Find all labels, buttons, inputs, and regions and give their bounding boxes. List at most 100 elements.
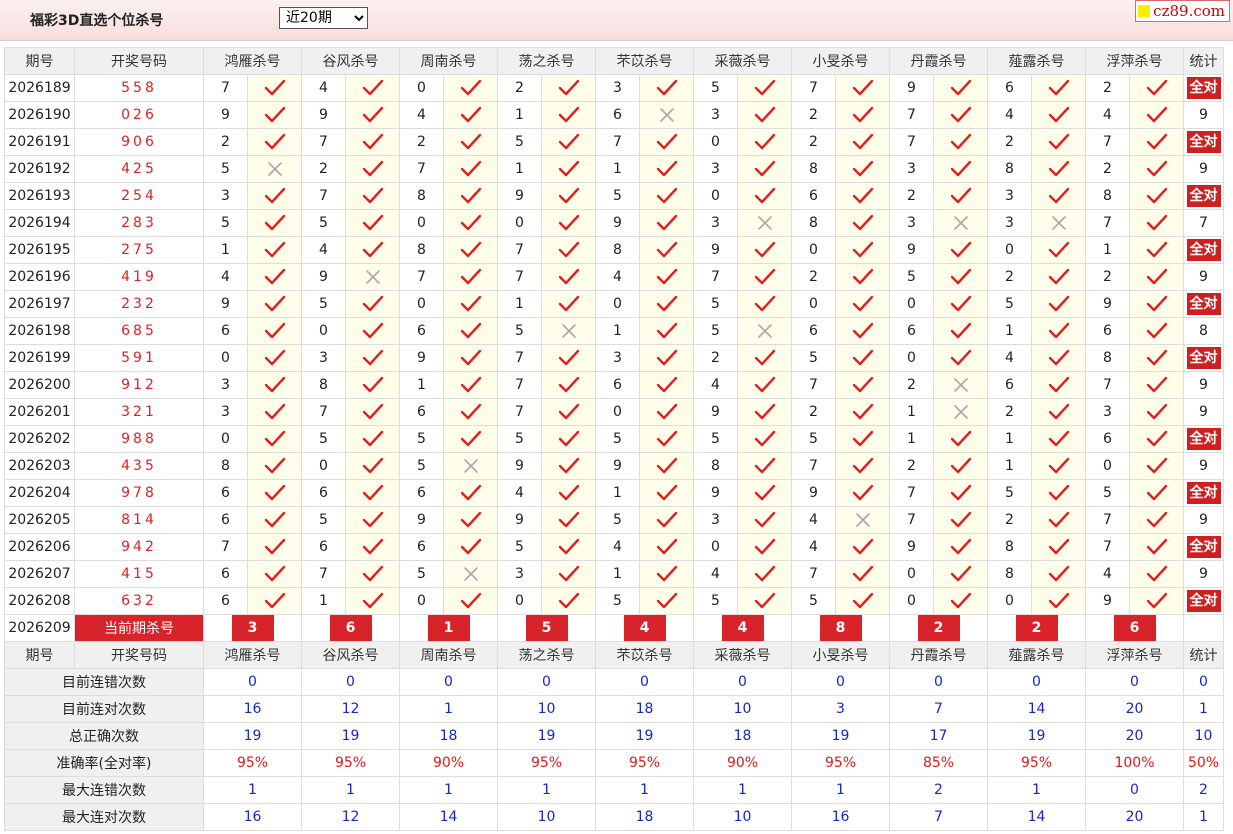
- issue-number: 2026200: [4, 371, 75, 399]
- kill-number: 8: [791, 209, 836, 237]
- check-icon: [835, 74, 890, 102]
- stat-cell: 全对: [1183, 74, 1224, 102]
- stats-value: 1: [497, 776, 596, 804]
- check-icon: [1129, 398, 1184, 426]
- check-icon: [541, 506, 596, 534]
- check-icon: [443, 506, 498, 534]
- check-icon: [443, 209, 498, 237]
- check-icon: [443, 74, 498, 102]
- stats-label: 准确率(全对率): [4, 749, 204, 777]
- draw-number: 232: [74, 290, 204, 318]
- kill-number: 8: [1085, 182, 1130, 210]
- stats-value: 2: [889, 776, 988, 804]
- check-icon: [541, 344, 596, 372]
- kill-number: 6: [399, 533, 444, 561]
- kill-number: 4: [791, 506, 836, 534]
- issue-number: 2026206: [4, 533, 75, 561]
- kill-number: 3: [693, 506, 738, 534]
- top-bar: 福彩3D直选个位杀号 近20期 cz89.com: [0, 0, 1233, 41]
- kill-number: 9: [497, 506, 542, 534]
- stat-cell: 7: [1183, 209, 1224, 237]
- kill-number: 9: [595, 452, 640, 480]
- check-icon: [1031, 479, 1086, 507]
- table-row: 2026201 321 3 7 6 7 0 9 2 1 2 3 9: [4, 398, 1224, 426]
- issue-number: 2026189: [4, 74, 75, 102]
- draw-number: 906: [74, 128, 204, 156]
- kill-number: 7: [497, 371, 542, 399]
- check-icon: [1129, 128, 1184, 156]
- period-select[interactable]: 近20期: [279, 7, 368, 29]
- stats-value: 1: [1183, 803, 1224, 831]
- stats-label: 目前连错次数: [4, 668, 204, 696]
- kill-number: 7: [203, 533, 248, 561]
- check-icon: [247, 317, 302, 345]
- kill-number: 8: [791, 155, 836, 183]
- check-icon: [345, 101, 400, 129]
- kill-number: 0: [399, 74, 444, 102]
- check-icon: [541, 479, 596, 507]
- current-kill-badge: 3: [231, 615, 274, 641]
- stats-value: 90%: [399, 749, 498, 777]
- kill-number: 6: [203, 587, 248, 615]
- current-kill-badge: 1: [427, 615, 470, 641]
- check-icon: [443, 236, 498, 264]
- current-kill-badge: 6: [1113, 615, 1156, 641]
- kill-number: 5: [987, 479, 1032, 507]
- brand-logo[interactable]: cz89.com: [1135, 0, 1230, 22]
- check-icon: [1129, 452, 1184, 480]
- kill-number: 9: [301, 263, 346, 291]
- kill-number: 3: [987, 182, 1032, 210]
- draw-number: 425: [74, 155, 204, 183]
- check-icon: [1031, 560, 1086, 588]
- draw-number: 321: [74, 398, 204, 426]
- current-kill-badge: 4: [623, 615, 666, 641]
- stats-value: 18: [595, 695, 694, 723]
- table-row: 2026189 558 7 4 0 2 3 5 7 9 6 2 全对: [4, 74, 1224, 102]
- table-row: 2026195 275 1 4 8 7 8 9 0 9 0 1 全对: [4, 236, 1224, 264]
- kill-number: 1: [889, 398, 934, 426]
- kill-number: 7: [595, 128, 640, 156]
- column-header: 浮萍杀号: [1085, 47, 1184, 75]
- stats-value: 17: [889, 722, 988, 750]
- kill-number: 5: [791, 425, 836, 453]
- current-issue-number: 2026209: [4, 614, 75, 642]
- issue-number: 2026193: [4, 182, 75, 210]
- current-kill-number: 1: [399, 614, 498, 642]
- check-icon: [1031, 155, 1086, 183]
- kill-number: 5: [595, 425, 640, 453]
- check-icon: [737, 128, 792, 156]
- issue-number: 2026199: [4, 344, 75, 372]
- check-icon: [639, 155, 694, 183]
- check-icon: [541, 101, 596, 129]
- kill-number: 5: [497, 533, 542, 561]
- kill-number: 2: [1085, 263, 1130, 291]
- kill-number: 1: [987, 317, 1032, 345]
- stats-row: 目前连对次数 16 12 1 10 18 10 3 7 14 20 1: [4, 695, 1224, 723]
- check-icon: [345, 209, 400, 237]
- column-header: 周南杀号: [399, 47, 498, 75]
- check-icon: [1129, 74, 1184, 102]
- kill-number: 2: [889, 452, 934, 480]
- issue-number: 2026192: [4, 155, 75, 183]
- kill-number: 6: [1085, 317, 1130, 345]
- check-icon: [835, 533, 890, 561]
- kill-number: 2: [203, 128, 248, 156]
- kill-number: 9: [595, 209, 640, 237]
- check-icon: [933, 128, 988, 156]
- current-kill-number: 8: [791, 614, 890, 642]
- kill-number: 7: [203, 74, 248, 102]
- check-icon: [443, 533, 498, 561]
- check-icon: [835, 344, 890, 372]
- check-icon: [933, 182, 988, 210]
- check-icon: [737, 506, 792, 534]
- stats-value: 18: [693, 722, 792, 750]
- kill-number: 4: [203, 263, 248, 291]
- kill-number: 7: [1085, 533, 1130, 561]
- check-icon: [541, 398, 596, 426]
- stats-row: 目前连错次数 0 0 0 0 0 0 0 0 0 0 0: [4, 668, 1224, 696]
- stats-label: 最大连对次数: [4, 803, 204, 831]
- column-header: 期号: [4, 47, 75, 75]
- kill-number: 0: [693, 533, 738, 561]
- current-kill-badge: 8: [819, 615, 862, 641]
- kill-number: 1: [203, 236, 248, 264]
